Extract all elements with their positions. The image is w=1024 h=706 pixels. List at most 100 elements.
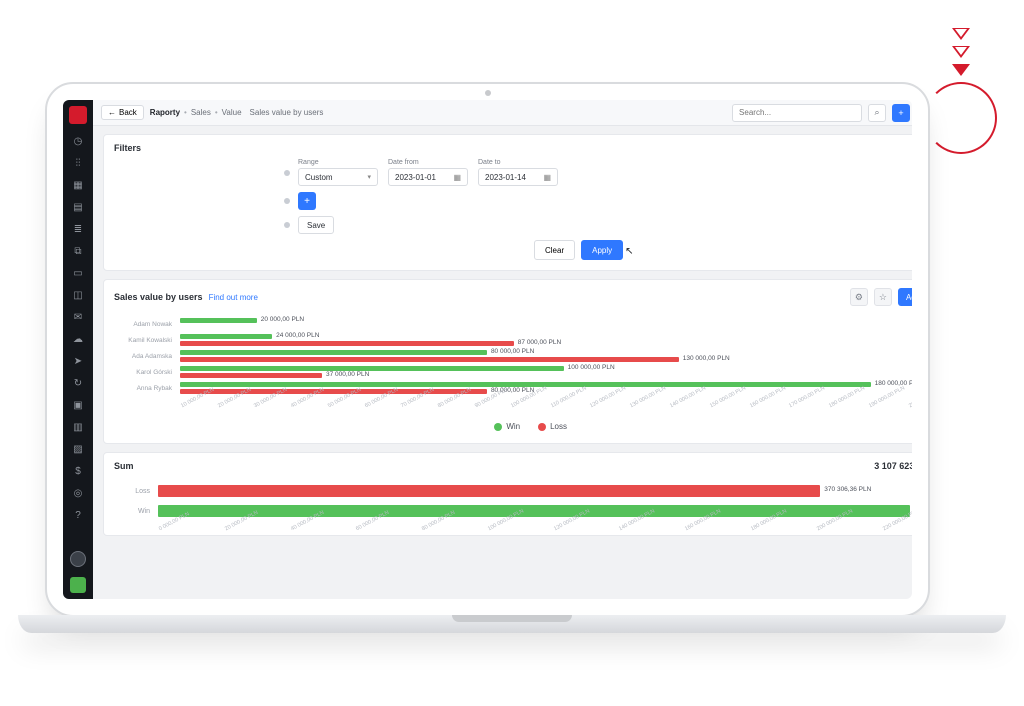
bar-value-label: 20 000,00 PLN [261, 316, 304, 323]
find-out-more-link[interactable]: Find out more [209, 293, 258, 302]
clear-button[interactable]: Clear [534, 240, 575, 260]
bar-win [180, 318, 257, 323]
sidebar-item-device[interactable]: ▥ [70, 420, 86, 436]
save-label: Save [307, 221, 325, 230]
apply-button[interactable]: Apply [581, 240, 623, 260]
chart-row-track: 80 000,00 PLN 130 000,00 PLN [180, 349, 912, 363]
bar-loss [180, 373, 322, 378]
notifications-button[interactable] [70, 577, 86, 593]
sidebar-item-dashboard[interactable]: ◷ [70, 134, 86, 150]
chart-settings-button[interactable]: ⚙ [850, 288, 868, 306]
chart-row-label: Loss [114, 488, 154, 495]
calendar-icon: ▦ [453, 173, 461, 182]
table-row: Loss 370 306,36 PLN [114, 481, 912, 501]
arrow-left-icon: ← [108, 108, 116, 117]
date-to-input[interactable]: 2023-01-14 ▦ [478, 168, 558, 186]
sidebar-item-folder[interactable]: ▭ [70, 266, 86, 282]
sidebar-item-help[interactable]: ? [70, 508, 86, 524]
app-sidebar: ◷ ⫶⫶ ▦ ▤ ≣ ⧉ ▭ ◫ ✉ ☁ ➤ ↻ ▣ ▥ ▨ $ ◎ [63, 100, 93, 599]
range-select[interactable]: Custom ▾ [298, 168, 378, 186]
chart-row-label: Karol Górski [114, 369, 176, 376]
bar-value-label: 37 000,00 PLN [326, 371, 369, 378]
table-row: Anna Rybak180 000,00 PLN80 000,00 PLN [114, 380, 912, 396]
crumb-leaf: Sales value by users [250, 108, 324, 117]
back-button[interactable]: ← Back [101, 105, 144, 120]
bar-value-label: 180 000,00 PLN [875, 380, 912, 387]
sidebar-item-card[interactable]: ▣ [70, 398, 86, 414]
star-icon: ☆ [879, 292, 887, 303]
users-bar-chart: Adam Nowak 20 000,00 PLN Kamil Kowalski24 … [104, 310, 912, 400]
drag-handle-icon[interactable] [284, 222, 290, 228]
sidebar-item-box[interactable]: ◫ [70, 288, 86, 304]
add-filter-button[interactable]: + [298, 192, 316, 210]
sidebar-item-chat[interactable]: ✉ [70, 310, 86, 326]
range-value: Custom [305, 173, 333, 182]
table-row: Adam Nowak 20 000,00 PLN [114, 316, 912, 332]
bar-loss [180, 389, 487, 394]
chart-row-label: Ada Adamska [114, 353, 176, 360]
users-chart-x-axis: 10 000,00 PLN20 000,00 PLN30 000,00 PLN4… [104, 400, 912, 412]
filters-panel: Filters Range Custom ▾ [103, 134, 912, 271]
sidebar-item-report[interactable]: ▨ [70, 442, 86, 458]
bar-loss [180, 341, 514, 346]
chart-row-label: Anna Rybak [114, 385, 176, 392]
table-row: Ada Adamska 80 000,00 PLN 130 000,00 PLN [114, 348, 912, 364]
crumb-root[interactable]: Raporty [150, 108, 180, 117]
sidebar-item-target[interactable]: ◎ [70, 486, 86, 502]
sidebar-item-list[interactable]: ≣ [70, 222, 86, 238]
topbar: ← Back Raporty • Sales • Value Sales val… [93, 100, 912, 126]
bar-loss [158, 485, 820, 497]
bar-win [180, 350, 487, 355]
bar-value-label: 370 306,36 PLN [824, 486, 871, 493]
sidebar-item-loop[interactable]: ↻ [70, 376, 86, 392]
sidebar-item-analytics[interactable]: ⫶⫶ [70, 156, 86, 172]
sum-chart-x-axis: 0 000,00 PLN20 000,00 PLN40 000,00 PLN60… [104, 523, 912, 535]
chart-favorite-button[interactable]: ☆ [874, 288, 892, 306]
sidebar-item-calendar[interactable]: ▦ [70, 178, 86, 194]
chart-title: Sales value by users [114, 292, 203, 302]
drag-handle-icon[interactable] [284, 198, 290, 204]
breadcrumb: Raporty • Sales • Value Sales value by u… [150, 108, 324, 117]
save-filter-button[interactable]: Save [298, 216, 334, 234]
cursor-icon: ↖ [625, 246, 633, 260]
search-input[interactable] [732, 104, 862, 122]
legend-loss: Loss [538, 422, 567, 431]
chart-legend: Win Loss [104, 412, 912, 443]
sum-title: Sum [114, 461, 134, 471]
table-row: Kamil Kowalski24 000,00 PLN87 000,00 PLN [114, 332, 912, 348]
sum-total: 3 107 623,01 PLN [874, 461, 912, 471]
chart-row-label: Win [114, 508, 154, 515]
laptop-base [18, 615, 1006, 633]
chart-row-track: 20 000,00 PLN [180, 317, 912, 331]
gear-icon: ⚙ [855, 292, 863, 303]
range-label: Range [298, 159, 378, 166]
date-from-label: Date from [388, 159, 468, 166]
sidebar-item-money[interactable]: $ [70, 464, 86, 480]
chart-action-button[interactable]: Action ⚙ [898, 288, 912, 306]
crumb-value[interactable]: Value [222, 108, 242, 117]
sidebar-item-copy[interactable]: ⧉ [70, 244, 86, 260]
drag-handle-icon[interactable] [284, 170, 290, 176]
plus-icon: + [304, 196, 310, 207]
search-icon: ⌕ [875, 107, 880, 118]
chart-row-label: Adam Nowak [114, 321, 176, 328]
bar-value-label: 80 000,00 PLN [491, 348, 534, 355]
bar-value-label: 130 000,00 PLN [683, 355, 730, 362]
date-from-input[interactable]: 2023-01-01 ▦ [388, 168, 468, 186]
bar-win [180, 334, 272, 339]
date-to-label: Date to [478, 159, 558, 166]
add-button[interactable]: + [892, 104, 910, 122]
crumb-sales[interactable]: Sales [191, 108, 211, 117]
search-button[interactable]: ⌕ [868, 104, 886, 122]
chevron-right-icon: • [184, 108, 187, 117]
sum-chart-panel: Sum 3 107 623,01 PLN Loss 370 306,36 PLN W… [103, 452, 912, 536]
user-avatar[interactable] [70, 551, 86, 567]
laptop-frame: ◷ ⫶⫶ ▦ ▤ ≣ ⧉ ▭ ◫ ✉ ☁ ➤ ↻ ▣ ▥ ▨ $ ◎ [45, 82, 930, 617]
plus-icon: + [898, 108, 903, 118]
app-logo[interactable] [69, 106, 87, 124]
filters-title: Filters [114, 143, 912, 153]
sidebar-item-cloud[interactable]: ☁ [70, 332, 86, 348]
sidebar-item-docs[interactable]: ▤ [70, 200, 86, 216]
sidebar-item-send[interactable]: ➤ [70, 354, 86, 370]
chart-row-track: 24 000,00 PLN87 000,00 PLN [180, 333, 912, 347]
